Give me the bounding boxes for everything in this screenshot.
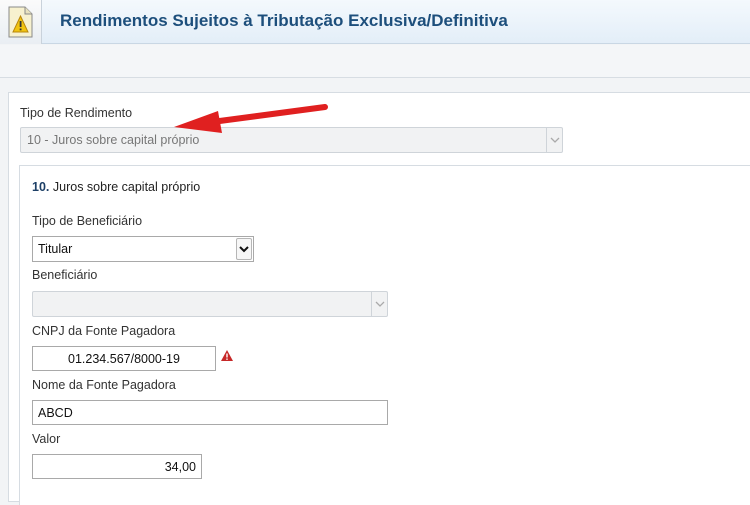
app-header: Rendimentos Sujeitos à Tributação Exclus… [0, 0, 750, 44]
beneficiario-select[interactable] [32, 291, 388, 317]
cnpj-label: CNPJ da Fonte Pagadora [32, 324, 176, 338]
tipo-beneficiario-value: Titular [38, 242, 73, 256]
nome-fonte-input[interactable]: ABCD [32, 400, 388, 425]
valor-input[interactable]: 34,00 [32, 454, 202, 479]
section-number: 10. [32, 180, 50, 194]
nome-fonte-label: Nome da Fonte Pagadora [32, 378, 176, 392]
page-title: Rendimentos Sujeitos à Tributação Exclus… [60, 11, 508, 30]
annotation-arrow-icon [174, 104, 328, 133]
nome-fonte-value: ABCD [38, 406, 73, 420]
beneficiario-label: Beneficiário [32, 268, 98, 282]
chevron-down-icon [550, 137, 560, 143]
chevron-down-icon [239, 246, 249, 253]
header-icon-box [0, 0, 42, 44]
tipo-beneficiario-label: Tipo de Beneficiário [32, 214, 143, 228]
section-title-text: Juros sobre capital próprio [52, 180, 201, 194]
cnpj-input[interactable]: 01.234.567/8000-19 [32, 346, 216, 371]
valor-value: 34,00 [164, 460, 196, 474]
warning-icon[interactable] [220, 349, 234, 362]
chevron-down-icon [375, 301, 385, 307]
form-panel: Tipo de Rendimento 10 - Juros sobre capi… [8, 92, 750, 505]
valor-label: Valor [32, 432, 61, 446]
section-panel: 10. Juros sobre capital próprio Tipo de … [19, 165, 750, 505]
tipo-rendimento-dropdown-button[interactable] [546, 128, 562, 152]
toolbar-strip [0, 45, 750, 78]
beneficiario-dropdown-button[interactable] [371, 292, 387, 316]
tipo-beneficiario-dropdown-button[interactable] [236, 238, 252, 260]
tipo-rendimento-label: Tipo de Rendimento [20, 106, 133, 120]
warning-document-icon [8, 6, 33, 38]
cnpj-value: 01.234.567/8000-19 [68, 352, 180, 366]
section-title: 10. Juros sobre capital próprio [32, 180, 200, 194]
tipo-beneficiario-select[interactable]: Titular [32, 236, 254, 262]
